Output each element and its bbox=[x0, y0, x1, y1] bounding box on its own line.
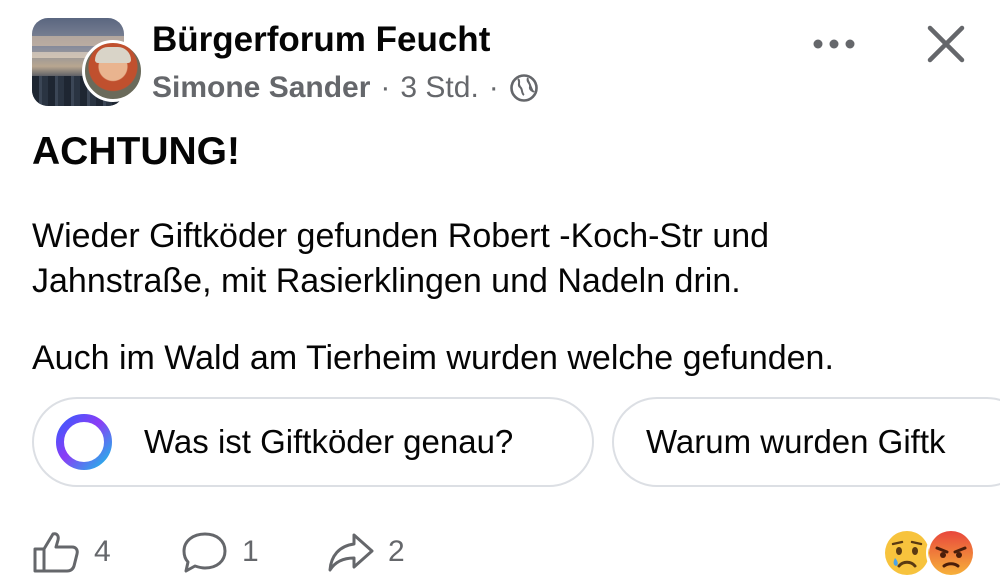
comment-count: 1 bbox=[242, 535, 259, 568]
comment-icon bbox=[182, 532, 227, 573]
post-paragraph: Wieder Giftköder gefunden Robert -Koch-S… bbox=[32, 217, 770, 300]
comment-button[interactable]: 1 bbox=[180, 530, 259, 574]
author-name[interactable]: Simone Sander bbox=[152, 71, 370, 105]
close-button[interactable] bbox=[918, 16, 974, 72]
suggestion-chip[interactable]: Was ist Giftköder genau? bbox=[32, 397, 594, 487]
ai-ring-icon bbox=[56, 414, 112, 470]
reaction-summary[interactable] bbox=[882, 528, 976, 578]
suggestion-label: Was ist Giftköder genau? bbox=[144, 423, 514, 460]
share-count: 2 bbox=[388, 535, 405, 568]
post-paragraph: Auch im Wald am Tierheim wurden welche g… bbox=[32, 339, 834, 377]
like-icon bbox=[33, 532, 79, 573]
like-count: 4 bbox=[94, 535, 111, 568]
sad-face-icon bbox=[882, 528, 932, 578]
share-button[interactable]: 2 bbox=[326, 530, 405, 574]
post-meta: Simone Sander · 3 Std. · bbox=[152, 68, 539, 108]
post-title: ACHTUNG! bbox=[32, 130, 240, 173]
more-options-button[interactable] bbox=[806, 24, 862, 64]
suggestion-chip[interactable]: Warum wurden Giftk bbox=[612, 397, 1000, 487]
more-horizontal-icon bbox=[813, 39, 855, 49]
post-time[interactable]: 3 Std. bbox=[400, 71, 478, 105]
author-avatar[interactable] bbox=[82, 40, 144, 102]
meta-separator: · bbox=[488, 71, 499, 104]
group-name[interactable]: Bürgerforum Feucht bbox=[152, 20, 490, 60]
meta-separator: · bbox=[380, 71, 391, 104]
suggestion-label: Warum wurden Giftk bbox=[646, 423, 946, 460]
share-icon bbox=[328, 533, 374, 572]
like-button[interactable]: 4 bbox=[32, 530, 111, 574]
globe-icon bbox=[509, 73, 539, 103]
angry-face-icon bbox=[926, 528, 976, 578]
close-icon bbox=[927, 25, 965, 63]
